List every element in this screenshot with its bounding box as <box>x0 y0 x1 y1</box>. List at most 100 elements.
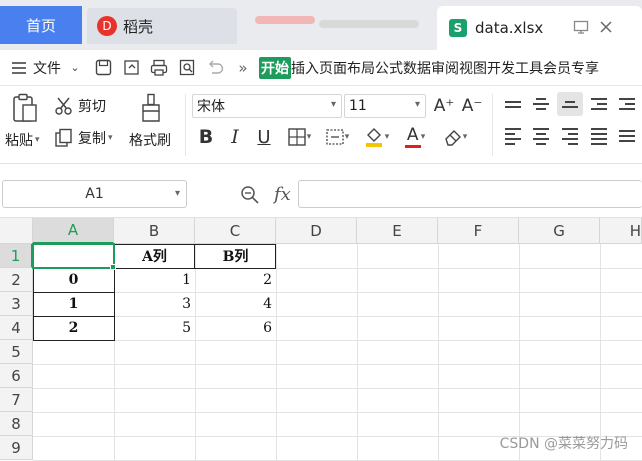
distributed-icon[interactable] <box>614 124 640 148</box>
ribbon-tab-formulas[interactable]: 公式 <box>375 58 403 78</box>
gridline <box>33 364 642 365</box>
ribbon-tab-data[interactable]: 数据 <box>403 58 431 78</box>
row-header-3[interactable]: 3 <box>0 292 33 316</box>
merge-cells-icon <box>325 127 345 147</box>
export-icon[interactable] <box>120 57 142 79</box>
column-header-f[interactable]: F <box>438 218 519 244</box>
row-header-5[interactable]: 5 <box>0 340 33 364</box>
merge-button[interactable]: ▾ <box>320 126 354 148</box>
print-icon[interactable] <box>148 57 170 79</box>
save-icon[interactable] <box>92 57 114 79</box>
font-size-value: 11 <box>349 98 367 114</box>
column-header-h[interactable]: H <box>600 218 642 244</box>
cell-b1[interactable]: A列 <box>114 244 195 268</box>
fx-icon[interactable]: fx <box>274 184 291 205</box>
cell-a3[interactable]: 1 <box>33 292 114 316</box>
paste-button[interactable]: 粘贴 ▾ <box>5 130 40 150</box>
font-size-select[interactable]: 11 ▾ <box>344 94 426 118</box>
column-header-g[interactable]: G <box>519 218 600 244</box>
fill-handle[interactable] <box>110 264 116 270</box>
cell-b2[interactable]: 1 <box>114 268 195 292</box>
paste-label: 粘贴 <box>5 133 33 149</box>
column-header-c[interactable]: C <box>195 218 276 244</box>
bold-button[interactable]: B <box>194 124 218 150</box>
tab-blurred[interactable] <box>245 12 425 38</box>
underline-button[interactable]: U <box>252 124 276 150</box>
caret-down-icon: ▾ <box>108 133 113 143</box>
font-color-icon: A <box>404 126 421 148</box>
cell-c2[interactable]: 2 <box>195 268 276 292</box>
decrease-font-icon[interactable]: A⁻ <box>460 94 484 118</box>
font-name-select[interactable]: 宋体 ▾ <box>192 94 342 118</box>
row-header-7[interactable]: 7 <box>0 388 33 412</box>
cell-c3[interactable]: 4 <box>195 292 276 316</box>
ribbon-tab-review[interactable]: 审阅 <box>431 58 459 78</box>
close-icon[interactable] <box>599 20 613 38</box>
ribbon-tab-developer[interactable]: 开发工具 <box>487 58 543 78</box>
more-tools-icon[interactable]: » <box>232 57 254 79</box>
row-header-9[interactable]: 9 <box>0 436 33 460</box>
ribbon-separator <box>185 94 186 156</box>
borders-button[interactable]: ▾ <box>282 126 316 148</box>
align-middle-icon[interactable] <box>528 92 554 116</box>
name-box[interactable]: A1 ▾ <box>2 180 187 208</box>
format-painter-button[interactable]: 格式刷 <box>129 130 171 150</box>
row-header-4[interactable]: 4 <box>0 316 33 340</box>
paste-icon[interactable] <box>10 92 40 124</box>
format-painter-icon[interactable] <box>136 92 166 124</box>
row-header-1[interactable]: 1 <box>0 244 33 268</box>
cell-b4[interactable]: 5 <box>114 316 195 340</box>
justify-icon[interactable] <box>586 124 612 148</box>
zoom-icon[interactable] <box>240 185 260 205</box>
daoke-logo-icon: D <box>97 16 117 36</box>
clear-button[interactable]: ▾ <box>438 124 472 150</box>
row-header-8[interactable]: 8 <box>0 412 33 436</box>
ribbon-tab-insert[interactable]: 插入 <box>291 58 319 78</box>
file-menu[interactable]: 文件 <box>33 58 61 78</box>
ribbon-tab-page-layout[interactable]: 页面布局 <box>319 58 375 78</box>
print-preview-icon[interactable] <box>176 57 198 79</box>
column-header-d[interactable]: D <box>276 218 357 244</box>
tab-data-xlsx[interactable]: S data.xlsx <box>437 6 642 50</box>
scissors-icon <box>54 96 74 116</box>
column-header-a[interactable]: A <box>33 218 114 244</box>
ribbon-tab-home[interactable]: 开始 <box>259 56 291 79</box>
indent-decrease-icon[interactable] <box>586 92 612 116</box>
increase-font-icon[interactable]: A⁺ <box>432 94 456 118</box>
cell-a4[interactable]: 2 <box>33 316 114 340</box>
ribbon-tab-view[interactable]: 视图 <box>459 58 487 78</box>
cell-a2[interactable]: 0 <box>33 268 114 292</box>
undo-icon[interactable] <box>204 57 226 79</box>
tab-home[interactable]: 首页 <box>0 6 82 44</box>
cut-label: 剪切 <box>78 99 106 115</box>
align-bottom-icon[interactable] <box>557 92 583 116</box>
window-icon[interactable] <box>573 20 589 38</box>
row-header-2[interactable]: 2 <box>0 268 33 292</box>
chevron-down-icon[interactable]: ⌄ <box>64 57 86 79</box>
align-center-icon[interactable] <box>528 124 554 148</box>
ribbon-tab-member[interactable]: 会员专享 <box>543 58 599 78</box>
font-color-swatch <box>404 144 421 148</box>
gridline <box>33 412 642 413</box>
fill-color-button[interactable]: ▾ <box>358 124 394 150</box>
formula-input[interactable] <box>298 180 642 208</box>
copy-button[interactable]: 复制 ▾ <box>54 128 113 148</box>
italic-button[interactable]: I <box>224 124 246 150</box>
hamburger-icon[interactable] <box>8 57 30 79</box>
align-right-icon[interactable] <box>557 124 583 148</box>
align-left-icon[interactable] <box>500 124 526 148</box>
cell-c4[interactable]: 6 <box>195 316 276 340</box>
tab-daoke[interactable]: D 稻壳 <box>87 8 237 44</box>
cell-c1[interactable]: B列 <box>195 244 276 268</box>
spreadsheet-logo-icon: S <box>449 19 467 37</box>
cut-button[interactable]: 剪切 <box>54 96 106 116</box>
column-header-b[interactable]: B <box>114 218 195 244</box>
font-color-button[interactable]: A ▾ <box>398 124 432 150</box>
align-top-icon[interactable] <box>500 92 526 116</box>
cell-b3[interactable]: 3 <box>114 292 195 316</box>
column-header-e[interactable]: E <box>357 218 438 244</box>
row-header-6[interactable]: 6 <box>0 364 33 388</box>
select-all-corner[interactable] <box>0 218 33 244</box>
indent-increase-icon[interactable] <box>614 92 640 116</box>
paint-bucket-icon <box>363 126 385 148</box>
